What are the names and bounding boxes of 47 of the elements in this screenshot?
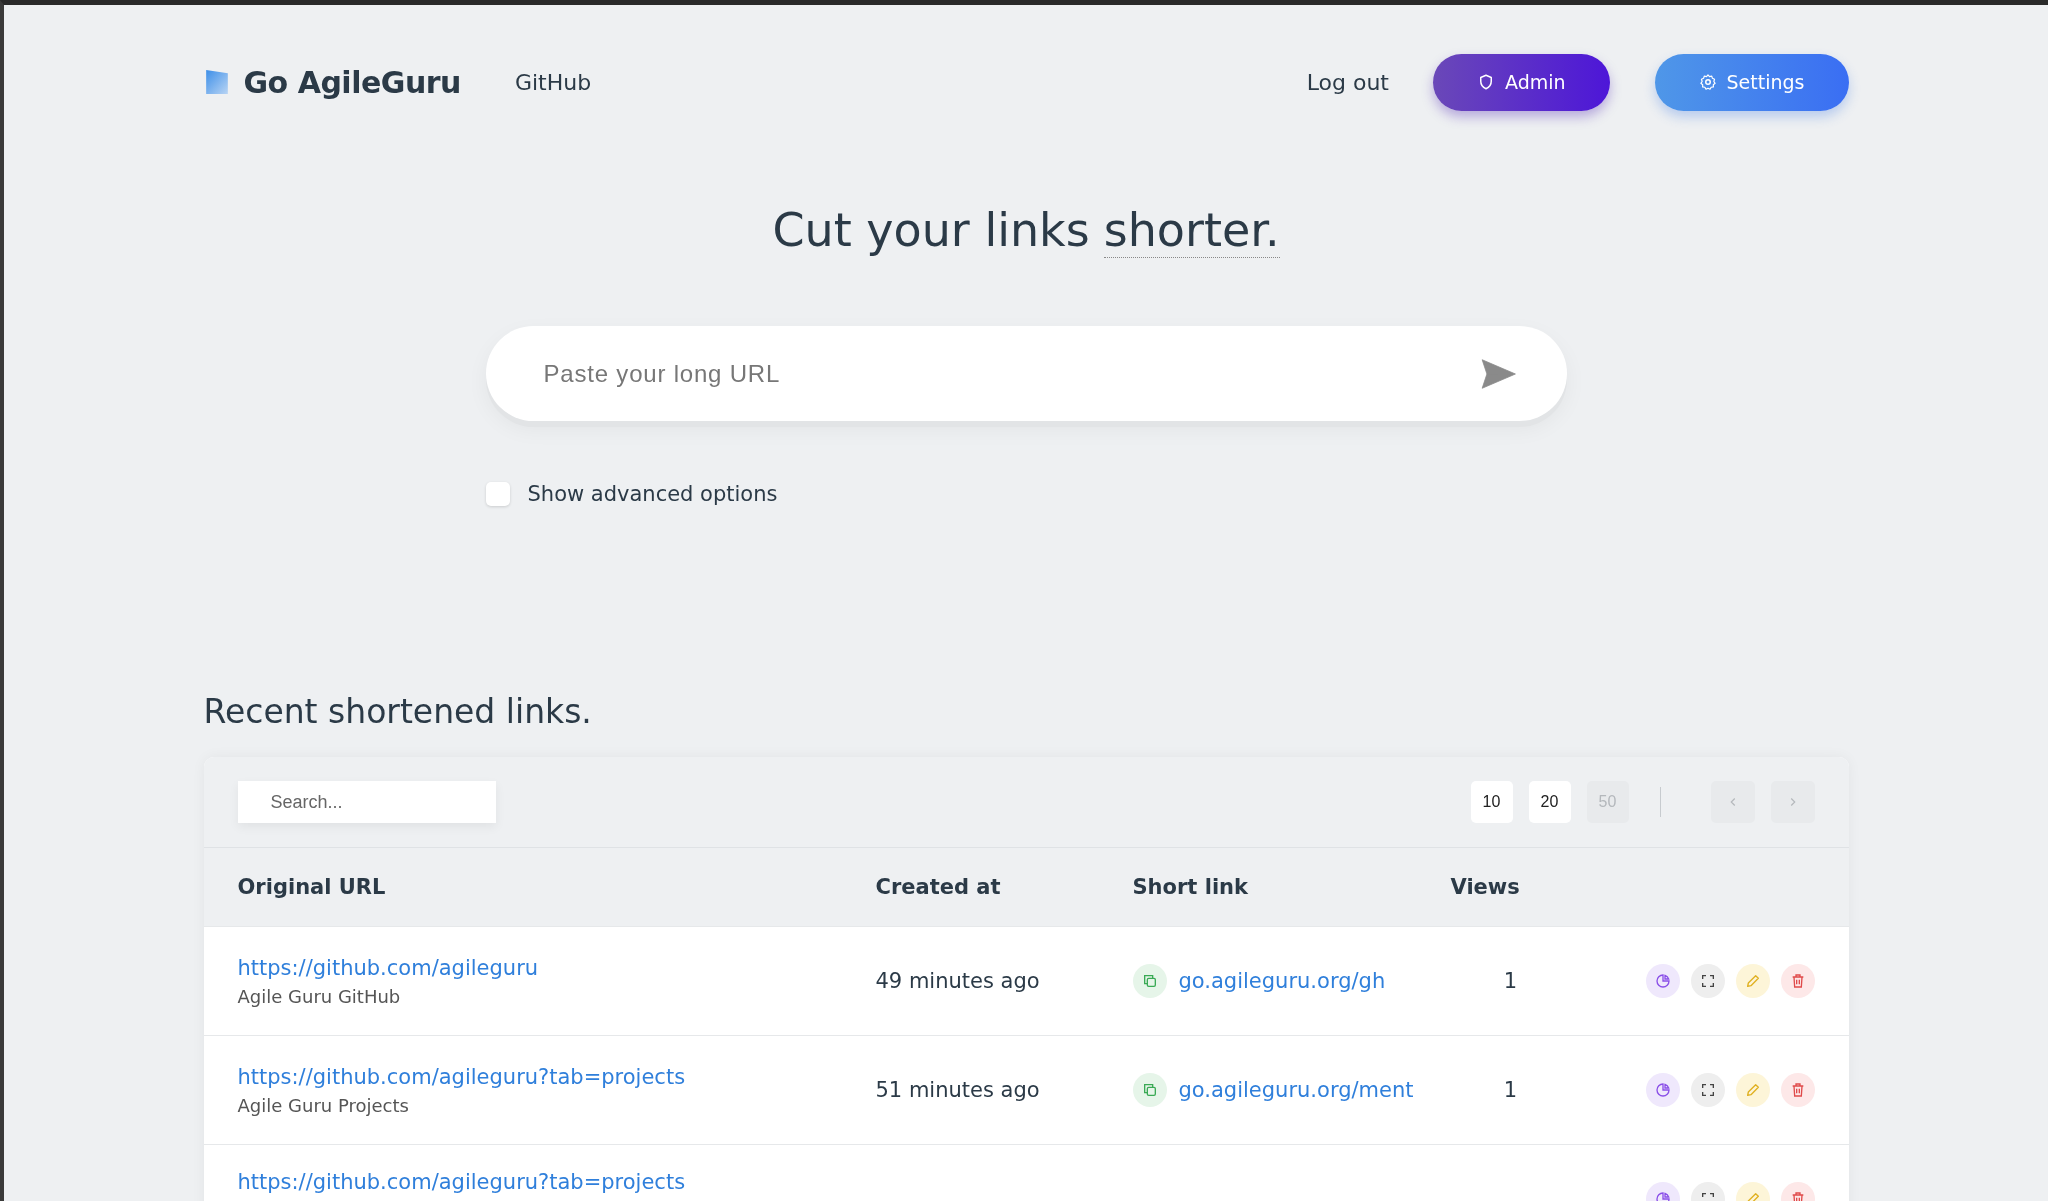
short-link[interactable]: go.agileguru.org/ment [1178,1078,1414,1102]
qr-button[interactable] [1690,1073,1725,1107]
frame-corners-icon [1699,1082,1716,1098]
column-header: Original URL [236,875,387,899]
created-time: 51 minutes ago [875,1078,1040,1102]
frame-corners-icon [1699,973,1716,989]
column-header: Views [1450,875,1521,899]
pencil-icon [1744,973,1761,989]
qr-button[interactable] [1690,964,1725,998]
delete-button[interactable] [1780,1073,1815,1107]
brand-name[interactable]: Go AgileGuru [243,64,461,100]
stats-button[interactable] [1645,964,1680,998]
original-url-link[interactable]: https://github.com/agileguru [237,955,876,980]
copy-icon [1141,1082,1158,1098]
link-title: Agile Guru Projects [237,1094,410,1116]
column-header: Created at [875,875,1002,899]
settings-button[interactable]: Settings [1654,53,1849,111]
page-size-button[interactable]: 20 [1528,781,1571,823]
copy-icon [1141,973,1158,989]
stats-button[interactable] [1645,1073,1680,1107]
view-count: 1 [1503,1078,1518,1102]
short-link[interactable]: go.agileguru.org/gh [1178,969,1386,993]
original-url-link[interactable]: https://github.com/agileguru?tab=projects [237,1064,876,1089]
hero-title-emphasis: shorter. [1103,203,1280,258]
nav-link[interactable]: GitHub [514,69,592,95]
created-time: 49 minutes ago [875,969,1040,993]
shield-icon [1477,73,1495,91]
pencil-icon [1744,1082,1761,1098]
page-size-button[interactable]: 10 [1470,781,1513,823]
advanced-options-checkbox[interactable] [485,482,510,506]
view-count: 1 [1503,969,1518,993]
section-heading: Recent shortened links. [203,692,593,731]
search-field[interactable]: Search... [237,781,496,823]
url-input-field[interactable]: Paste your long URL [541,342,1479,405]
link-title: Agile Guru GitHub [237,985,402,1007]
pie-chart-icon [1654,1082,1671,1098]
advanced-options-label[interactable]: Show advanced options [527,482,778,506]
hero-title: Cut your links [772,203,1090,258]
original-url-link[interactable]: https://github.com/agileguru?tab=projects [237,1170,876,1194]
copy-button[interactable] [1132,964,1167,998]
pie-chart-icon [1654,973,1671,989]
logout-link[interactable]: Log out [1306,69,1389,95]
column-header: Short link [1132,875,1250,899]
copy-button[interactable] [1132,1073,1167,1107]
delete-button[interactable] [1780,964,1815,998]
settings-icon [1698,73,1717,91]
admin-button[interactable]: Admin [1433,53,1610,111]
